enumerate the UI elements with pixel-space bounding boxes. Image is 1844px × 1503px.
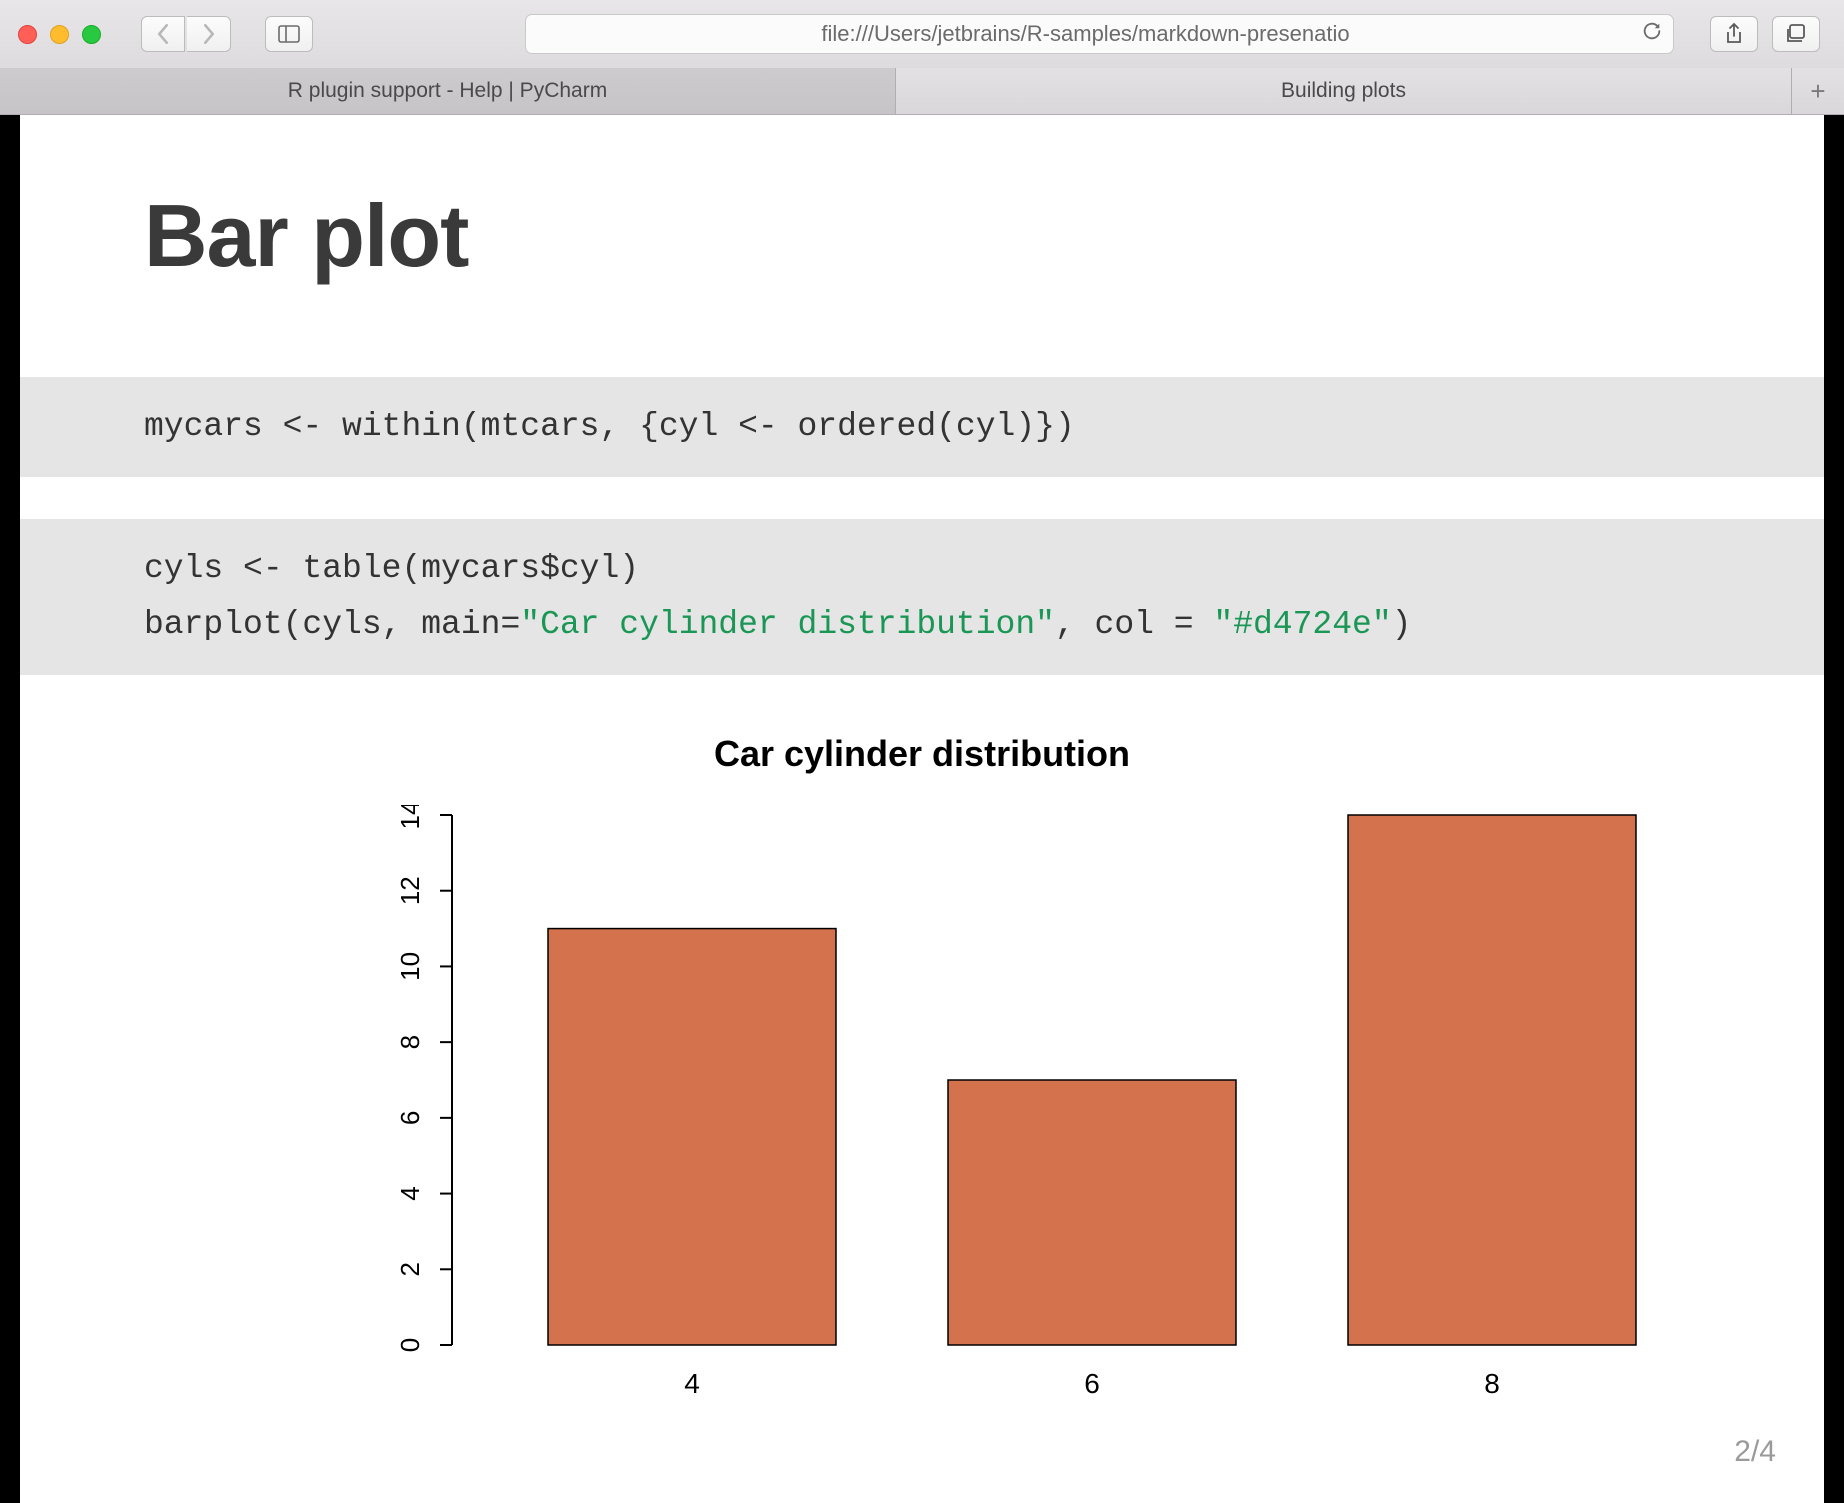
back-button[interactable]: [141, 16, 185, 52]
share-button[interactable]: [1710, 16, 1758, 52]
bar-chart: 0 2 4 6 8 10 12 14 4 6 8: [182, 805, 1662, 1425]
bar: [948, 1080, 1236, 1345]
y-tick-label: 6: [395, 1111, 425, 1125]
y-tick-label: 4: [395, 1187, 425, 1201]
code-string: "#d4724e": [1213, 606, 1391, 643]
forward-button[interactable]: [187, 16, 231, 52]
x-tick-label: 6: [1084, 1368, 1100, 1399]
plus-icon: +: [1810, 76, 1825, 107]
titlebar: file:///Users/jetbrains/R-samples/markdo…: [0, 0, 1844, 68]
chevron-left-icon: [156, 24, 170, 44]
document-viewport: Bar plot mycars <- within(mtcars, {cyl <…: [0, 115, 1844, 1503]
page-number: 2/4: [1734, 1435, 1776, 1469]
tabs-icon: [1785, 24, 1807, 44]
minimize-window-button[interactable]: [50, 25, 69, 44]
bar: [548, 929, 836, 1345]
code-text: mycars <- within(mtcars, {cyl <- ordered…: [144, 408, 1075, 445]
y-tick-label: 14: [395, 805, 425, 829]
y-tick-label: 12: [395, 877, 425, 906]
tab-label: Building plots: [1281, 79, 1406, 103]
tab-label: R plugin support - Help | PyCharm: [288, 79, 607, 103]
sidebar-toggle-button[interactable]: [265, 16, 313, 52]
code-block-1: mycars <- within(mtcars, {cyl <- ordered…: [20, 377, 1824, 477]
reload-button[interactable]: [1641, 20, 1663, 48]
url-text: file:///Users/jetbrains/R-samples/markdo…: [821, 21, 1349, 47]
tabs-button[interactable]: [1772, 16, 1820, 52]
browser-chrome: file:///Users/jetbrains/R-samples/markdo…: [0, 0, 1844, 115]
url-bar[interactable]: file:///Users/jetbrains/R-samples/markdo…: [525, 14, 1674, 54]
page-title: Bar plot: [144, 185, 1824, 287]
tab-bar: R plugin support - Help | PyCharm Buildi…: [0, 68, 1844, 114]
y-tick-label: 10: [395, 952, 425, 981]
x-tick-label: 4: [684, 1368, 700, 1399]
chevron-right-icon: [202, 24, 216, 44]
chart-title: Car cylinder distribution: [714, 733, 1130, 775]
window-controls: [18, 25, 101, 44]
x-tick-label: 8: [1484, 1368, 1500, 1399]
close-window-button[interactable]: [18, 25, 37, 44]
new-tab-button[interactable]: +: [1792, 68, 1844, 114]
slide-page: Bar plot mycars <- within(mtcars, {cyl <…: [20, 115, 1824, 1503]
y-tick-label: 8: [395, 1035, 425, 1049]
y-tick-label: 2: [395, 1262, 425, 1276]
nav-buttons: [141, 16, 231, 52]
code-block-2: cyls <- table(mycars$cyl) barplot(cyls, …: [20, 519, 1824, 675]
bar: [1348, 815, 1636, 1345]
tab-r-plugin-support[interactable]: R plugin support - Help | PyCharm: [0, 68, 896, 114]
chart: Car cylinder distribution 0 2 4 6 8 10 12 14 4 6 8: [20, 733, 1824, 1425]
maximize-window-button[interactable]: [82, 25, 101, 44]
code-text: , col =: [1055, 606, 1213, 643]
tab-building-plots[interactable]: Building plots: [896, 68, 1792, 114]
toolbar-right: [1710, 16, 1820, 52]
reload-icon: [1641, 20, 1663, 42]
code-text: ): [1392, 606, 1412, 643]
y-tick-label: 0: [395, 1338, 425, 1352]
code-string: "Car cylinder distribution": [520, 606, 1055, 643]
share-icon: [1724, 22, 1744, 46]
sidebar-icon: [278, 25, 300, 43]
